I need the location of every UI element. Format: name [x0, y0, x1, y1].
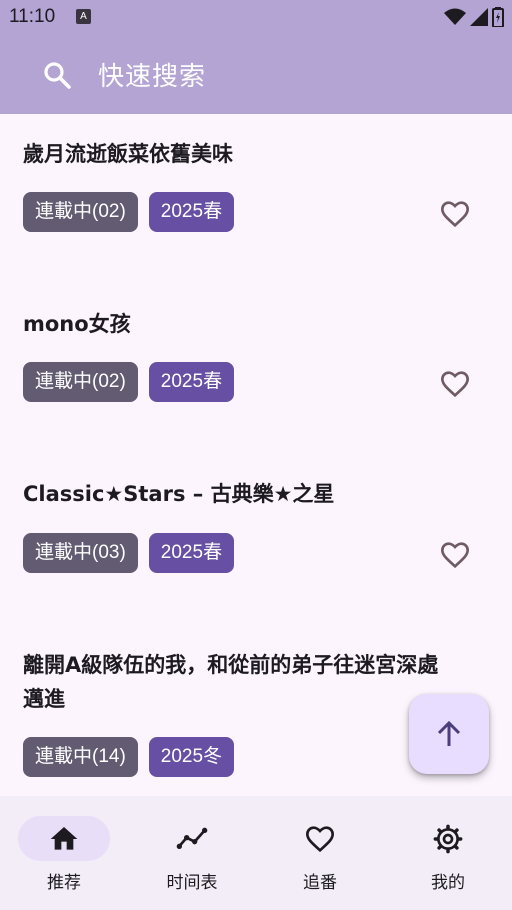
nav-label: 推荐 — [47, 873, 81, 893]
bottom-navigation: 推荐 时间表 追番 我的 — [0, 796, 512, 910]
status-icons — [444, 7, 504, 27]
nav-item-mine[interactable]: 我的 — [384, 796, 512, 910]
arrow-up-icon — [437, 720, 461, 746]
season-chip: 2025春 — [148, 533, 235, 573]
season-chip: 2025春 — [148, 362, 235, 402]
status-chip: 連載中(02) — [23, 362, 138, 402]
scroll-to-top-button[interactable] — [409, 694, 489, 774]
timeline-icon — [176, 827, 208, 849]
home-icon — [50, 827, 78, 850]
a-icon: A — [76, 9, 91, 24]
season-chip: 2025春 — [148, 192, 235, 232]
item-title: 歲月流逝飯菜依舊美味 — [23, 142, 233, 166]
chip-row: 連載中(03) 2025春 — [23, 533, 235, 573]
season-chip: 2025冬 — [148, 737, 235, 777]
nav-label: 追番 — [303, 873, 337, 893]
nav-label: 时间表 — [166, 873, 218, 893]
heart-outline-icon[interactable] — [439, 198, 471, 230]
heart-outline-icon[interactable] — [439, 539, 471, 571]
signal-icon — [470, 8, 488, 26]
settings-icon — [433, 824, 463, 854]
item-title: Classic★Stars – 古典樂★之星 — [23, 482, 335, 506]
item-title: 離開A級隊伍的我，和從前的弟子往迷宮深處邁進 — [23, 653, 439, 711]
item-title: mono女孩 — [23, 312, 131, 336]
status-bar: 11:10 A — [0, 0, 512, 34]
status-chip: 連載中(14) — [23, 737, 138, 777]
nav-item-following[interactable]: 追番 — [256, 796, 384, 910]
wifi-icon — [444, 8, 466, 25]
heart-outline-icon[interactable] — [439, 368, 471, 400]
nav-label: 我的 — [431, 873, 465, 893]
battery-icon — [492, 7, 504, 27]
search-label[interactable]: 快速搜索 — [98, 56, 206, 93]
status-chip: 連載中(03) — [23, 533, 138, 573]
chip-row: 連載中(14) 2025冬 — [23, 737, 235, 777]
chip-row: 連載中(02) 2025春 — [23, 362, 235, 402]
heart-icon — [305, 826, 335, 853]
chip-row: 連載中(02) 2025春 — [23, 192, 235, 232]
top-app-bar: 快速搜索 — [0, 34, 512, 114]
status-time: 11:10 — [9, 6, 56, 27]
search-icon[interactable] — [42, 60, 72, 90]
nav-item-timeline[interactable]: 时间表 — [128, 796, 256, 910]
status-chip: 連載中(02) — [23, 192, 138, 232]
nav-item-recommend[interactable]: 推荐 — [0, 796, 128, 910]
